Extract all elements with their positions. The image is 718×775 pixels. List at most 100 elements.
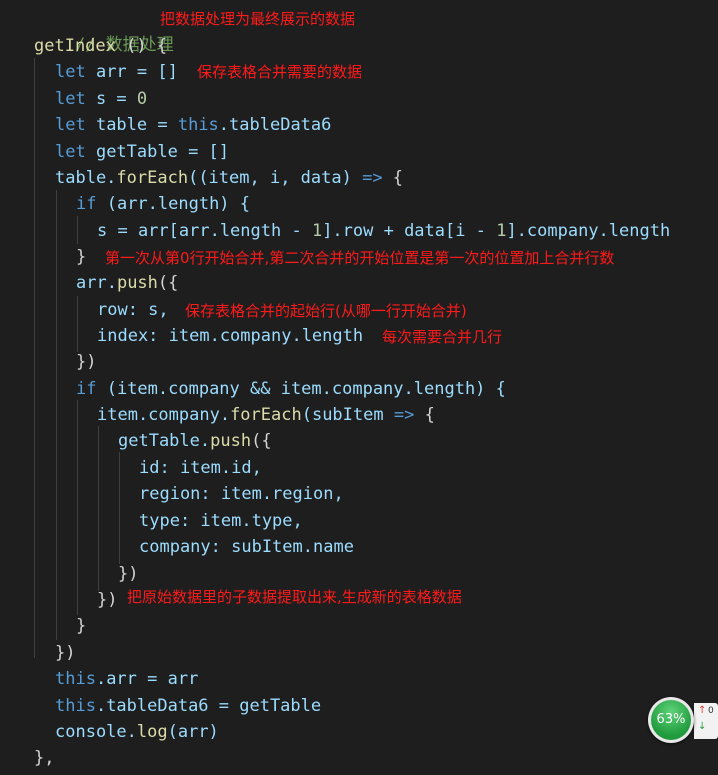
brace: }) (55, 643, 76, 663)
statement: row: s, (97, 300, 169, 320)
statement: console. (55, 722, 137, 742)
keyword: if (76, 379, 97, 399)
code-editor[interactable]: // 数据处理 把数据处理为最终展示的数据 getIndex () { let … (0, 0, 718, 775)
number: 1 (311, 221, 323, 241)
brace: } (76, 616, 87, 636)
code-line: let table = this.tableData6 (55, 112, 331, 138)
network-speed-widget[interactable]: ↑ 0 ↓ 63% (648, 697, 718, 743)
code-line: company: subItem.name (139, 534, 354, 560)
keyword: this (55, 696, 96, 716)
annotation-extract-subdata: 把原始数据里的子数据提取出来,生成新的表格数据 (127, 588, 462, 606)
indent-guide (34, 58, 35, 658)
annotation-row-count: 每次需要合并几行 (382, 328, 503, 346)
code-line: region: item.region, (139, 481, 344, 507)
code-line: }, (34, 745, 54, 771)
indent-guide (77, 400, 78, 615)
download-arrow-icon: ↓ (698, 721, 707, 732)
code-line: this.tableData6 = getTable (55, 693, 321, 719)
code-line: id: item.id, (139, 455, 262, 481)
keyword: let (55, 62, 86, 82)
indent-guide (77, 216, 78, 244)
brace: ({ (157, 273, 179, 293)
statement: index: item.company.length (97, 326, 364, 346)
keyword: let (55, 115, 86, 135)
annotation-merge-start: 第一次从第0行开始合并,第二次合并的开始位置是第一次的位置加上合并行数 (105, 249, 615, 267)
indent-guide (77, 296, 78, 352)
condition: (item.company && item.company.length) { (96, 379, 506, 399)
statement: (subItem (301, 405, 394, 425)
statement: ((item, i, data) (188, 168, 363, 188)
statement: arr. (76, 273, 117, 293)
statement: getTable. (118, 431, 211, 451)
arrow-operator: => (362, 168, 383, 188)
statement: s = arr[arr.length - (97, 221, 312, 241)
code-line: table.forEach((item, i, data) => { (55, 165, 403, 191)
statement: s = (85, 89, 137, 109)
code-line: item.company.forEach(subItem => { (97, 402, 435, 428)
code-line: s = arr[arr.length - 1].row + data[i - 1… (97, 218, 670, 244)
code-line: getTable.push({ (118, 428, 272, 454)
brace: { (414, 405, 435, 425)
statement: ].company.length (506, 221, 671, 241)
indent-guide (119, 452, 120, 564)
statement: getTable = [] (85, 142, 230, 162)
function-name: getIndex (34, 36, 116, 56)
statement: .arr = arr (95, 669, 199, 689)
speed-panel: ↑ 0 ↓ (694, 703, 718, 739)
arrow-operator: => (393, 405, 415, 425)
code-line: }) (76, 349, 96, 375)
annotation-final-data: 把数据处理为最终展示的数据 (160, 10, 356, 28)
code-line: index: item.company.length (97, 323, 363, 349)
statement: table. (55, 168, 117, 188)
code-line: row: s, (97, 297, 169, 323)
annotation-start-row: 保存表格合并的起始行(从哪一行开始合并) (185, 302, 467, 320)
code-line: let arr = [] (55, 59, 178, 85)
brace: { (382, 168, 404, 188)
statement: item.company. (97, 405, 231, 425)
statement: .tableData6 = getTable (95, 696, 322, 716)
number: 1 (496, 221, 507, 241)
number: 0 (136, 89, 148, 109)
keyword: if (76, 194, 97, 214)
condition: (arr.length) { (96, 194, 251, 214)
keyword: let (55, 89, 86, 109)
brace: }) (76, 352, 97, 372)
indent-guide (56, 190, 57, 640)
brace: } (76, 247, 87, 267)
statement: company: subItem.name (139, 537, 354, 557)
code-line: }) (55, 640, 75, 666)
function-name: forEach (230, 405, 302, 425)
brace: }, (34, 748, 55, 768)
function-name: push (116, 273, 158, 293)
function-name: log (136, 722, 168, 742)
brace: ({ (251, 431, 272, 451)
statement: type: item.type, (139, 511, 303, 531)
code-line: if (arr.length) { (76, 191, 250, 217)
code-line: } (76, 244, 86, 270)
keyword: this (177, 115, 219, 135)
function-name: forEach (116, 168, 189, 188)
code-line: }) (97, 587, 117, 613)
statement: id: item.id, (139, 458, 262, 478)
statement: table = (85, 115, 178, 135)
code-line: let s = 0 (55, 86, 147, 112)
code-line: // 数据处理 (34, 6, 174, 55)
statement: arr = [] (85, 62, 178, 82)
statement: region: item.region, (139, 484, 344, 504)
code-line: this.arr = arr (55, 666, 198, 692)
annotation-merge-data: 保存表格合并需要的数据 (197, 63, 363, 81)
code-line: console.log(arr) (55, 719, 219, 745)
indent-guide (98, 426, 99, 591)
usage-percent-ball[interactable]: 63% (651, 700, 691, 740)
brace: }) (118, 564, 139, 584)
code-line: getIndex () { (34, 33, 167, 59)
brace: }) (97, 590, 118, 610)
speed-value: 0 (708, 706, 714, 716)
keyword: let (55, 142, 86, 162)
widget-ring: 63% (648, 697, 694, 743)
code-line: type: item.type, (139, 508, 303, 534)
statement: .tableData6 (218, 115, 332, 135)
code-line: let getTable = [] (55, 139, 229, 165)
keyword: this (55, 669, 96, 689)
function-signature: () { (115, 36, 168, 56)
